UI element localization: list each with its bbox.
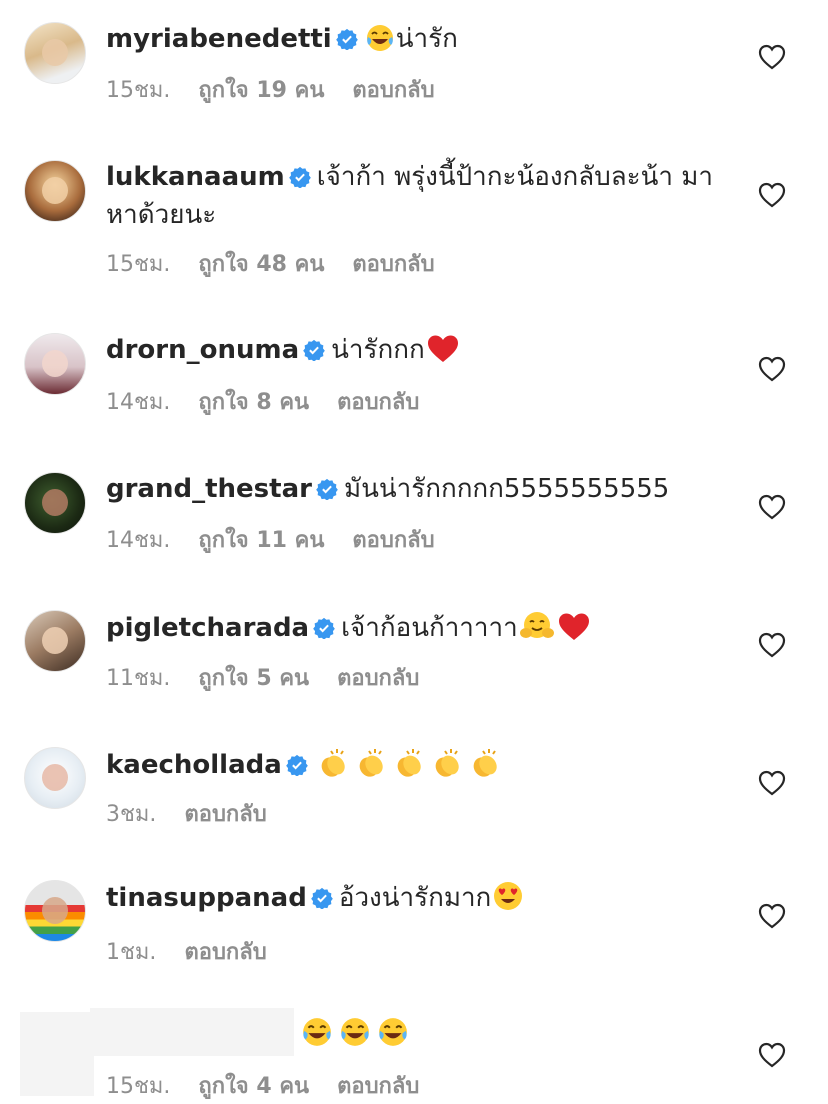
username[interactable]: drorn_onuma [106, 335, 299, 365]
comment-meta: 14ชม. ถูกใจ 11 คน ตอบกลับ [106, 522, 463, 557]
reply-button[interactable]: ตอบกลับ [352, 72, 434, 107]
hugging-face-emoji-icon [519, 610, 555, 652]
comment-meta: 15ชม. ถูกใจ 4 คน ตอบกลับ [106, 1068, 447, 1103]
comment-text: อ้วงน่ารักมาก [338, 883, 492, 913]
verified-badge-icon [288, 163, 311, 198]
verified-badge-icon [311, 884, 333, 919]
timestamp: 14ชม. [106, 528, 171, 553]
redacted-avatar [20, 1012, 94, 1096]
verified-badge-icon [285, 751, 308, 786]
likes-count-link[interactable]: ถูกใจ 11 คน [198, 522, 324, 557]
verified-badge-icon [335, 25, 358, 60]
like-heart-icon[interactable] [758, 770, 786, 796]
comment-meta: 11ชม. ถูกใจ 5 คน ตอบกลับ [106, 660, 447, 695]
comment-meta: 1ชม. ตอบกลับ [106, 934, 295, 969]
clapping-hands-emoji-icon [429, 747, 465, 789]
like-heart-icon[interactable] [758, 182, 786, 208]
timestamp: 14ชม. [106, 390, 171, 415]
comment-text: มันน่ารักกกกก5555555555 [343, 474, 670, 504]
clapping-hands-emoji-icon [467, 747, 503, 789]
reply-button[interactable]: ตอบกลับ [352, 522, 434, 557]
like-heart-icon[interactable] [758, 632, 786, 658]
tears-of-joy-emoji-icon [365, 23, 395, 63]
avatar[interactable] [24, 22, 86, 84]
avatar[interactable] [24, 747, 86, 809]
username[interactable]: myriabenedetti [106, 24, 332, 54]
comment-meta: 14ชม. ถูกใจ 8 คน ตอบกลับ [106, 384, 447, 419]
comment-text: น่ารักกก [331, 335, 425, 365]
clapping-hands-emoji-icon [315, 747, 351, 789]
timestamp: 3ชม. [106, 802, 157, 827]
avatar[interactable] [24, 333, 86, 395]
avatar[interactable] [24, 610, 86, 672]
heart-eyes-emoji-icon [492, 880, 524, 922]
username[interactable]: grand_thestar [106, 474, 312, 504]
comment-text: น่ารัก [395, 24, 458, 54]
like-heart-icon[interactable] [758, 356, 786, 382]
tears-of-joy-emoji-icon [337, 1016, 373, 1058]
comment-meta: 3ชม. ตอบกลับ [106, 796, 295, 831]
clapping-hands-emoji-icon [353, 747, 389, 789]
likes-count-link[interactable]: ถูกใจ 5 คน [198, 660, 309, 695]
reply-button[interactable]: ตอบกลับ [184, 796, 266, 831]
reply-button[interactable]: ตอบกลับ [337, 660, 419, 695]
avatar[interactable] [24, 880, 86, 942]
comment-meta: 15ชม. ถูกใจ 19 คน ตอบกลับ [106, 72, 463, 107]
like-heart-icon[interactable] [758, 494, 786, 520]
red-heart-emoji-icon [426, 334, 460, 374]
reply-button[interactable]: ตอบกลับ [337, 384, 419, 419]
reply-button[interactable]: ตอบกลับ [184, 934, 266, 969]
username[interactable]: tinasuppanad [106, 883, 307, 913]
comment-meta: 15ชม. ถูกใจ 48 คน ตอบกลับ [106, 246, 463, 281]
likes-count-link[interactable]: ถูกใจ 48 คน [198, 246, 324, 281]
timestamp: 1ชม. [106, 940, 157, 965]
clapping-hands-emoji-icon [391, 747, 427, 789]
reply-button[interactable]: ตอบกลับ [352, 246, 434, 281]
like-heart-icon[interactable] [758, 903, 786, 929]
likes-count-link[interactable]: ถูกใจ 19 คน [198, 72, 324, 107]
comment-text: เจ้าก้อนก้าาาาา [341, 613, 518, 643]
like-heart-icon[interactable] [758, 1042, 786, 1068]
timestamp: 15ชม. [106, 1074, 171, 1099]
redacted-username [90, 1008, 294, 1056]
likes-count-link[interactable]: ถูกใจ 4 คน [198, 1068, 309, 1103]
timestamp: 15ชม. [106, 252, 171, 277]
username[interactable]: kaechollada [106, 750, 282, 780]
verified-badge-icon [303, 336, 325, 371]
tears-of-joy-emoji-icon [299, 1016, 335, 1058]
likes-count-link[interactable]: ถูกใจ 8 คน [198, 384, 309, 419]
reply-button[interactable]: ตอบกลับ [337, 1068, 419, 1103]
username[interactable]: pigletcharada [106, 613, 309, 643]
like-heart-icon[interactable] [758, 44, 786, 70]
username[interactable]: lukkanaaum [106, 162, 285, 192]
avatar[interactable] [24, 472, 86, 534]
timestamp: 11ชม. [106, 666, 171, 691]
verified-badge-icon [316, 475, 338, 510]
verified-badge-icon [313, 614, 335, 649]
timestamp: 15ชม. [106, 78, 171, 103]
avatar[interactable] [24, 160, 86, 222]
tears-of-joy-emoji-icon [375, 1016, 411, 1058]
red-heart-emoji-icon [557, 612, 591, 652]
